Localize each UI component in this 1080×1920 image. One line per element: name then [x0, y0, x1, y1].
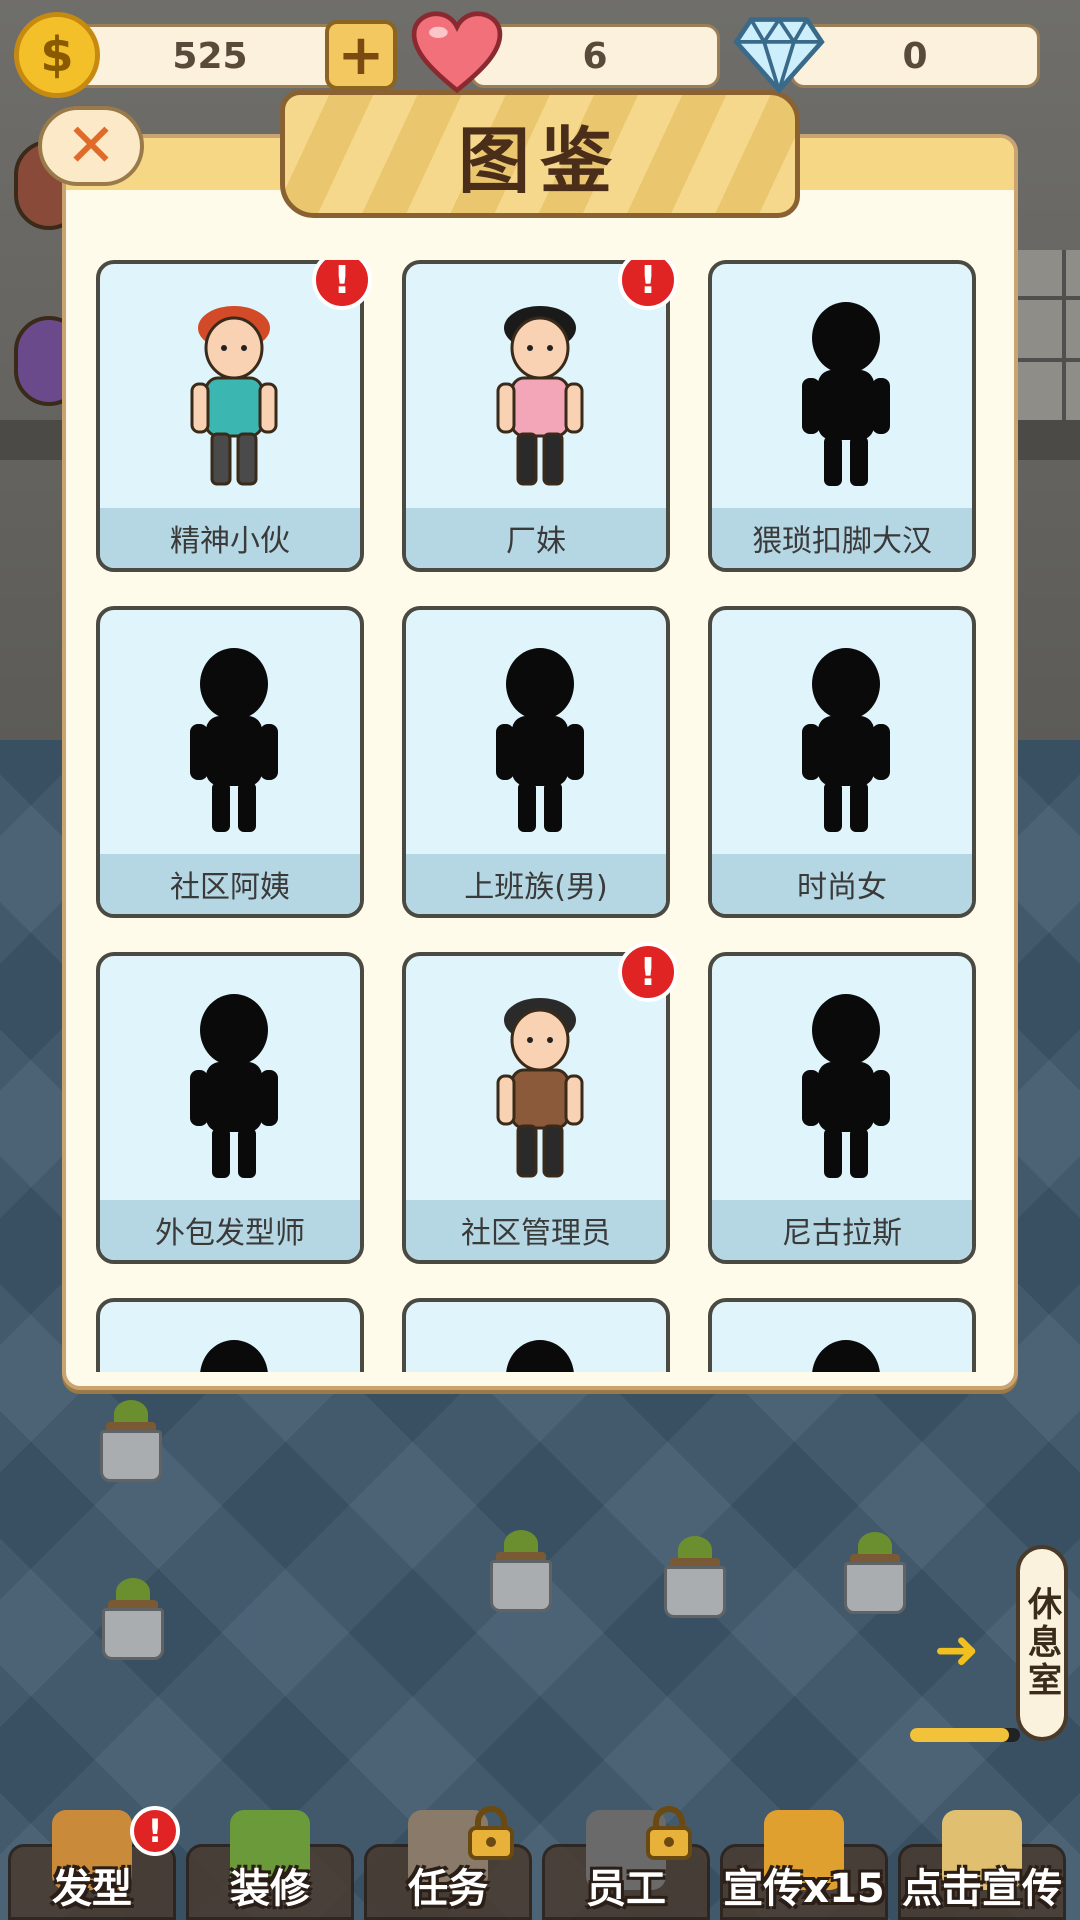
character-name: 外包发型师 — [100, 1200, 360, 1260]
plant-pot — [660, 1536, 730, 1618]
nav-item-label: 宣传x15 — [723, 1866, 885, 1912]
character-silhouette — [450, 1336, 630, 1372]
character-silhouette — [450, 644, 630, 844]
coin-counter: 525 — [70, 24, 350, 88]
resource-bar: 525 $ + 6 0 — [0, 0, 1080, 110]
collection-grid: 精神小伙! 厂妹! 猥琐扣脚大汉 社区阿姨 上班族(男) 时尚女 外包发型师 社… — [96, 260, 996, 1372]
diamond-value: 0 — [902, 35, 928, 77]
diamond-icon — [733, 16, 825, 94]
close-icon: ✕ — [65, 111, 117, 181]
diamond-counter: 0 — [790, 24, 1040, 88]
character-card[interactable] — [96, 1298, 364, 1372]
character-portrait — [450, 298, 630, 498]
new-alert-icon: ! — [618, 942, 678, 1002]
character-silhouette — [756, 1336, 936, 1372]
plant-pot — [486, 1530, 556, 1612]
add-coins-button[interactable]: + — [325, 20, 397, 90]
character-silhouette — [144, 1336, 324, 1372]
nav-item-label: 任务 — [408, 1866, 488, 1912]
character-silhouette — [756, 990, 936, 1190]
character-card[interactable]: 精神小伙! — [96, 260, 372, 572]
character-card[interactable]: 社区管理员! — [402, 942, 678, 1264]
character-portrait — [450, 990, 630, 1190]
close-button[interactable]: ✕ — [38, 106, 144, 186]
character-name: 时尚女 — [712, 854, 972, 914]
collection-modal: 精神小伙! 厂妹! 猥琐扣脚大汉 社区阿姨 上班族(男) 时尚女 外包发型师 社… — [62, 134, 1018, 1390]
nav-item[interactable]: 装修 — [186, 1810, 354, 1920]
character-card[interactable] — [402, 1298, 670, 1372]
coin-value: 525 — [172, 35, 248, 77]
character-card[interactable]: 时尚女 — [708, 606, 976, 918]
character-name: 上班族(男) — [406, 854, 666, 914]
heart-value: 6 — [582, 35, 608, 77]
collection-scroll-area[interactable]: 精神小伙! 厂妹! 猥琐扣脚大汉 社区阿姨 上班族(男) 时尚女 外包发型师 社… — [96, 260, 996, 1372]
bottom-nav: 发型! 装修 任务 员工 宣传x15 点击宣传 — [0, 1760, 1080, 1920]
character-card[interactable]: 尼古拉斯 — [708, 952, 976, 1264]
character-silhouette — [144, 644, 324, 844]
character-card[interactable]: 外包发型师 — [96, 952, 364, 1264]
plant-pot — [96, 1400, 166, 1482]
character-card[interactable] — [708, 1298, 976, 1372]
lock-icon — [642, 1804, 696, 1860]
character-card[interactable]: 社区阿姨 — [96, 606, 364, 918]
character-name: 厂妹 — [406, 508, 666, 568]
nav-item[interactable]: 任务 — [364, 1806, 532, 1920]
lock-icon — [464, 1804, 518, 1860]
character-card[interactable]: 猥琐扣脚大汉 — [708, 260, 976, 572]
nav-item[interactable]: 员工 — [542, 1806, 710, 1920]
heart-icon — [411, 11, 503, 94]
nav-item-label: 点击宣传 — [902, 1866, 1062, 1912]
rest-room-progress-fill — [910, 1728, 1009, 1742]
nav-item-label: 装修 — [230, 1866, 310, 1912]
character-name: 社区阿姨 — [100, 854, 360, 914]
nav-item-label: 员工 — [586, 1866, 666, 1912]
character-name: 尼古拉斯 — [712, 1200, 972, 1260]
nav-item[interactable]: 点击宣传 — [898, 1810, 1066, 1920]
rest-room-label: 休息室 — [1021, 1586, 1062, 1700]
plant-pot — [98, 1578, 168, 1660]
character-silhouette — [756, 644, 936, 844]
character-silhouette — [756, 298, 936, 498]
rest-room-button[interactable]: 休息室 — [1016, 1545, 1068, 1741]
character-card[interactable]: 上班族(男) — [402, 606, 670, 918]
character-name: 猥琐扣脚大汉 — [712, 508, 972, 568]
character-card[interactable]: 厂妹! — [402, 260, 678, 572]
heart-counter: 6 — [470, 24, 720, 88]
character-silhouette — [144, 990, 324, 1190]
arrow-right-icon: ➜ — [934, 1618, 980, 1681]
character-name: 精神小伙 — [100, 508, 360, 568]
nav-item-label: 发型 — [52, 1866, 132, 1912]
plant-pot — [840, 1532, 910, 1614]
coin-icon: $ — [14, 12, 100, 98]
alert-badge-icon: ! — [130, 1806, 180, 1856]
character-portrait — [144, 298, 324, 498]
character-name: 社区管理员 — [406, 1200, 666, 1260]
nav-item[interactable]: 宣传x15 — [720, 1810, 888, 1920]
rest-room-progress — [910, 1728, 1020, 1742]
nav-item[interactable]: 发型! — [8, 1806, 180, 1920]
